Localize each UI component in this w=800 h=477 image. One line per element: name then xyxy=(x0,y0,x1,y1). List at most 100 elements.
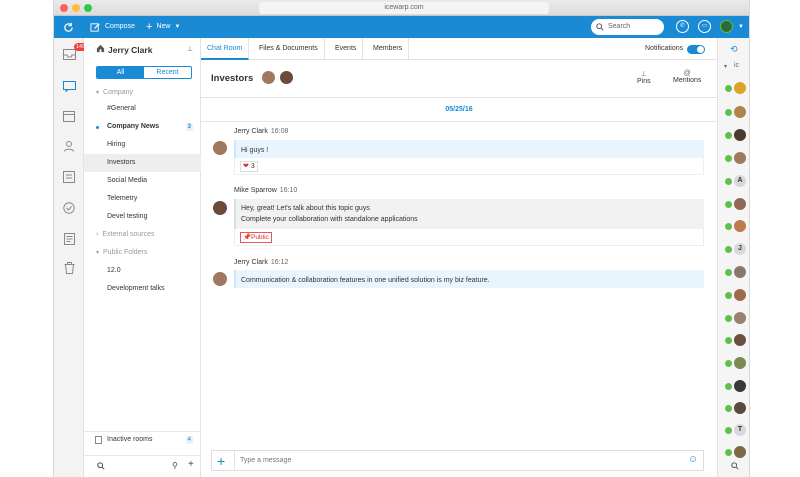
online-status xyxy=(725,269,732,276)
minimize-window-button[interactable] xyxy=(72,4,80,12)
person-avatar[interactable] xyxy=(734,106,746,118)
people-filter-text: ic xyxy=(734,62,740,69)
inactive-rooms-label: Inactive rooms xyxy=(107,436,153,443)
documents-app-button[interactable] xyxy=(61,231,77,247)
attach-plus-button[interactable]: + xyxy=(217,452,225,470)
online-status xyxy=(725,85,732,92)
filter-recent-button[interactable]: Recent xyxy=(144,67,191,78)
sidebar-item-devel-testing[interactable]: Devel testing xyxy=(84,208,201,226)
calendar-app-button[interactable] xyxy=(61,108,77,124)
trash-app-button[interactable] xyxy=(61,260,77,276)
message-input[interactable] xyxy=(240,454,680,467)
search-input[interactable]: Search xyxy=(591,19,664,35)
message-avatar[interactable] xyxy=(213,201,227,215)
person-avatar[interactable] xyxy=(734,357,746,369)
new-button[interactable]: + New ▼ xyxy=(146,16,180,38)
room-tabs: Chat Room Files & Documents Events Membe… xyxy=(201,38,717,60)
person-avatar[interactable] xyxy=(734,380,746,392)
search-icon[interactable] xyxy=(731,462,739,472)
search-icon xyxy=(596,23,604,31)
member-avatar[interactable] xyxy=(262,71,275,84)
person-initial-avatar[interactable]: T xyxy=(734,424,746,436)
mentions-button[interactable]: @ Mentions xyxy=(673,70,701,84)
online-status xyxy=(725,201,732,208)
online-status xyxy=(725,405,732,412)
history-icon[interactable]: ⟲ xyxy=(730,44,738,55)
user-menu-caret-icon[interactable]: ▼ xyxy=(738,24,744,30)
notifications-toggle[interactable] xyxy=(687,45,705,54)
online-status xyxy=(725,109,732,116)
person-initial-avatar[interactable]: J xyxy=(734,243,746,255)
message-avatar[interactable] xyxy=(213,272,227,286)
mail-app-button[interactable]: 149 xyxy=(61,43,88,62)
sidebar-item-general[interactable]: #General xyxy=(84,100,201,118)
sidebar-item-telemetry[interactable]: Telemetry xyxy=(84,190,201,208)
filter-all-button[interactable]: All xyxy=(97,67,144,78)
sidebar-item-hiring[interactable]: Hiring xyxy=(84,136,201,154)
chat-icon xyxy=(62,80,76,92)
notes-app-button[interactable] xyxy=(61,169,77,185)
person-avatar[interactable] xyxy=(734,289,746,301)
message-footer: 📌Public xyxy=(234,229,704,246)
mentions-label: Mentions xyxy=(673,77,702,84)
tab-members[interactable]: Members xyxy=(367,38,410,60)
sidebar-item-development-talks[interactable]: Development talks xyxy=(84,280,201,298)
sidebar-item-12-0[interactable]: 12.0 xyxy=(84,262,201,280)
person-avatar[interactable] xyxy=(734,198,746,210)
contacts-icon xyxy=(64,141,74,152)
sidebar-item-company-news[interactable]: Company News 3 xyxy=(84,118,201,136)
person-initial-avatar[interactable]: A xyxy=(734,175,746,187)
person-avatar[interactable] xyxy=(734,152,746,164)
notifications-button[interactable]: ▭ xyxy=(698,20,711,33)
search-icon[interactable] xyxy=(97,462,105,472)
tab-files-documents[interactable]: Files & Documents xyxy=(253,38,325,60)
close-window-button[interactable] xyxy=(60,4,68,12)
member-avatar[interactable] xyxy=(280,71,293,84)
tab-chat-room[interactable]: Chat Room xyxy=(201,38,250,60)
chevron-right-icon: › xyxy=(96,231,99,238)
person-avatar[interactable] xyxy=(734,334,746,346)
home-icon xyxy=(96,44,105,55)
chat-app-button[interactable] xyxy=(61,78,77,94)
tasks-app-button[interactable] xyxy=(61,200,77,216)
person-avatar[interactable] xyxy=(734,266,746,278)
address-bar[interactable]: icewarp.com xyxy=(259,2,549,14)
message-author: Mike Sparrow 16:10 xyxy=(234,187,297,194)
mail-icon xyxy=(62,48,76,60)
chevron-down-icon[interactable]: ▾ xyxy=(724,63,727,70)
room-header: Investors ⊥ Pins @ Mentions xyxy=(201,60,717,98)
sidebar-item-social-media[interactable]: Social Media xyxy=(84,172,201,190)
message-bubble: Communication & collaboration features i… xyxy=(234,270,704,288)
call-button[interactable]: ✆ xyxy=(676,20,689,33)
person-avatar[interactable] xyxy=(734,402,746,414)
group-external-sources[interactable]: › External sources xyxy=(84,226,201,244)
pins-button[interactable]: ⊥ Pins xyxy=(637,70,651,85)
tab-events[interactable]: Events xyxy=(329,38,364,60)
message-time: 16:08 xyxy=(270,128,289,135)
app-rail: 149 xyxy=(54,38,88,477)
maximize-window-button[interactable] xyxy=(84,4,92,12)
inactive-rooms-row[interactable]: Inactive rooms 4 xyxy=(84,431,201,448)
message-avatar[interactable] xyxy=(213,141,227,155)
group-public-folders[interactable]: ▾ Public Folders xyxy=(84,244,201,262)
person-avatar[interactable] xyxy=(734,220,746,232)
heart-reaction[interactable]: ❤ 3 xyxy=(240,161,258,172)
phone-icon: ✆ xyxy=(679,23,686,29)
add-room-button[interactable]: + xyxy=(188,459,194,470)
calendar-icon xyxy=(63,111,75,122)
public-tag[interactable]: 📌Public xyxy=(240,232,272,243)
person-avatar[interactable] xyxy=(734,129,746,141)
user-avatar[interactable] xyxy=(720,20,733,33)
tag-label: Public xyxy=(251,234,269,241)
pin-icon[interactable]: ⊥ xyxy=(187,45,193,53)
person-avatar[interactable] xyxy=(734,82,746,94)
refresh-button[interactable] xyxy=(63,16,74,38)
person-avatar[interactable] xyxy=(734,446,746,458)
contacts-app-button[interactable] xyxy=(61,138,77,154)
user-filter-icon[interactable]: ⚲ xyxy=(172,461,178,470)
message-author: Jerry Clark 16:12 xyxy=(234,259,288,266)
sidebar-item-investors[interactable]: Investors xyxy=(84,154,201,172)
compose-button[interactable]: Compose xyxy=(90,16,135,38)
emoji-icon[interactable]: ☺ xyxy=(688,454,698,465)
person-avatar[interactable] xyxy=(734,312,746,324)
